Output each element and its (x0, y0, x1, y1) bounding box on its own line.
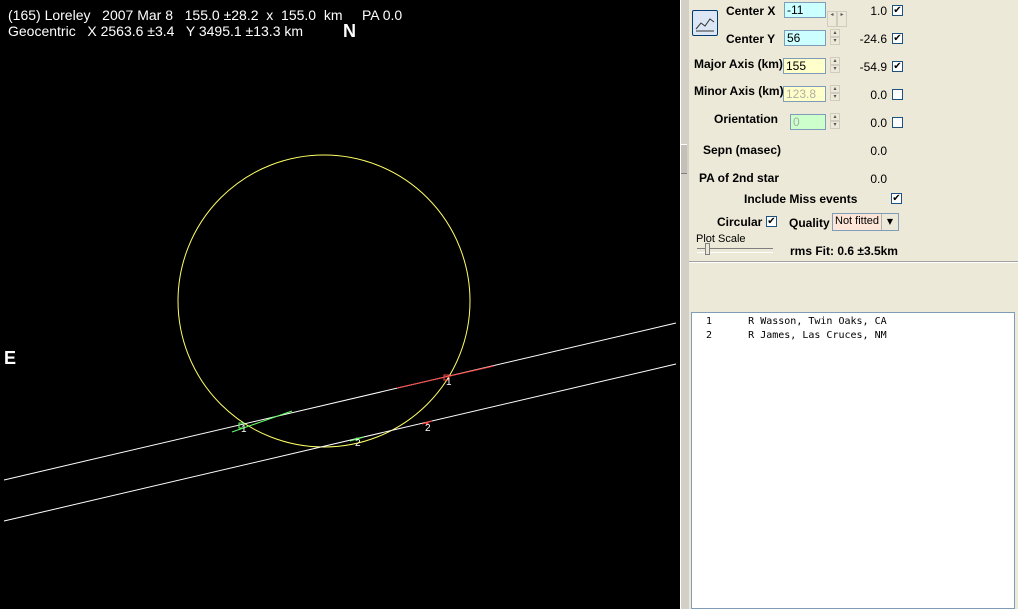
minor-axis-input[interactable] (783, 86, 826, 102)
fit-panel: Center X ◂▸ 1.0 ✔ Center Y ▴▾ -24.6 ✔ Ma… (689, 0, 1018, 609)
minor-axis-fit: 0.0 (870, 88, 887, 102)
major-axis-checkbox[interactable]: ✔ (892, 61, 903, 72)
major-axis-fit: -54.9 (859, 60, 887, 74)
center-x-checkbox[interactable]: ✔ (892, 5, 903, 16)
rms-fit: rms Fit: 0.6 ±3.5km (790, 244, 898, 258)
sepn-label: Sepn (masec) (703, 143, 782, 157)
major-axis-label: Major Axis (km) (694, 57, 783, 71)
up-arrow-icon[interactable]: ▴ (830, 29, 840, 37)
down-arrow-icon[interactable]: ▾ (830, 121, 840, 129)
circular-label: Circular (717, 215, 763, 229)
orientation-spinner[interactable]: ▴ ▾ (830, 113, 840, 130)
right-arrow-icon[interactable]: ▸ (837, 11, 847, 27)
major-axis-spinner[interactable]: ▴ ▾ (830, 57, 840, 74)
center-y-spinner[interactable]: ▴ ▾ (830, 29, 840, 46)
left-arrow-icon[interactable]: ◂ (827, 11, 837, 27)
up-arrow-icon[interactable]: ▴ (830, 85, 840, 93)
center-y-input[interactable] (784, 30, 826, 46)
center-x-spinner[interactable]: ◂ ▸ (827, 1, 847, 27)
list-item[interactable]: 1 R Wasson, Twin Oaks, CA (706, 316, 887, 327)
down-arrow-icon[interactable]: ▾ (830, 37, 840, 45)
chord-line-1 (3, 322, 677, 481)
circular-checkbox[interactable]: ✔ (766, 216, 777, 227)
pa2-value: 0.0 (870, 172, 887, 186)
quality-value: Not fitted (835, 215, 880, 227)
pa2-label: PA of 2nd star (699, 171, 780, 185)
center-x-label: Center X (726, 4, 776, 18)
center-x-fit: 1.0 (870, 4, 887, 18)
up-arrow-icon[interactable]: ▴ (830, 113, 840, 121)
chevron-down-icon[interactable]: ▼ (881, 214, 898, 230)
minor-axis-spinner[interactable]: ▴ ▾ (830, 85, 840, 102)
orientation-checkbox[interactable] (892, 117, 903, 128)
minor-axis-label: Minor Axis (km) (694, 84, 784, 98)
chord-label-2a: 2 (355, 438, 361, 449)
center-x-input[interactable] (784, 2, 826, 18)
minor-axis-checkbox[interactable] (892, 89, 903, 100)
quality-select[interactable]: Not fitted ▼ (832, 213, 899, 231)
orientation-label: Orientation (714, 112, 779, 126)
plot-scale-slider[interactable] (705, 243, 710, 255)
center-y-fit: -24.6 (859, 32, 887, 46)
center-y-label: Center Y (726, 32, 776, 46)
center-y-checkbox[interactable]: ✔ (892, 33, 903, 44)
quality-label: Quality (789, 216, 830, 230)
major-axis-input[interactable] (783, 58, 826, 74)
fit-button[interactable] (692, 10, 718, 36)
chart-icon (695, 18, 715, 32)
plot-title-line2: Geocentric X 2563.6 ±3.4 Y 3495.1 ±13.3 … (8, 23, 304, 39)
observer-list[interactable]: 1 R Wasson, Twin Oaks, CA 2 R James, Las… (691, 312, 1015, 609)
chord-label-1a: 1 (241, 424, 247, 435)
orientation-fit: 0.0 (870, 116, 887, 130)
chord-label-1b: 1 (446, 377, 452, 388)
down-arrow-icon[interactable]: ▾ (830, 93, 840, 101)
asteroid-profile-ellipse (177, 154, 471, 448)
orientation-input[interactable] (790, 114, 826, 130)
chord-label-2b: 2 (425, 423, 431, 434)
down-arrow-icon[interactable]: ▾ (830, 65, 840, 73)
east-label: E (4, 348, 17, 368)
include-miss-label: Include Miss events (744, 192, 858, 206)
up-arrow-icon[interactable]: ▴ (830, 57, 840, 65)
include-miss-checkbox[interactable]: ✔ (891, 193, 902, 204)
chord-line-2 (3, 363, 677, 522)
sepn-value: 0.0 (870, 144, 887, 158)
splitter-thumb[interactable] (681, 144, 687, 174)
plot-scale-label: Plot Scale (696, 233, 746, 245)
occultation-plot[interactable]: (165) Loreley 2007 Mar 8 155.0 ±28.2 x 1… (0, 0, 680, 609)
list-item[interactable]: 2 R James, Las Cruces, NM (706, 330, 887, 341)
separator (689, 261, 1018, 263)
north-label: N (343, 21, 356, 41)
plot-canvas (3, 154, 677, 522)
